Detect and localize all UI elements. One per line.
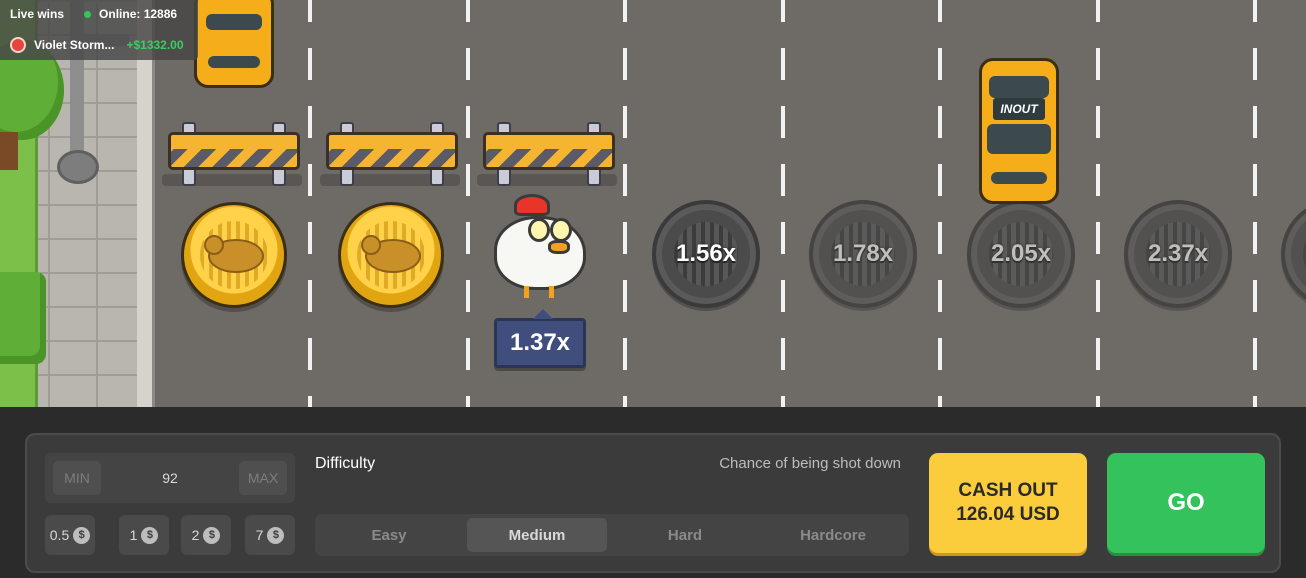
manhole-multiplier: 2.37x <box>1124 200 1232 308</box>
roast-chicken-icon <box>361 235 381 255</box>
cash-out-button[interactable]: CASH OUT 126.04 USD <box>929 453 1087 553</box>
lane-divider <box>938 0 942 407</box>
taxi-car <box>190 0 278 90</box>
player-avatar <box>10 37 26 53</box>
win-amount: +$1332.00 <box>126 38 184 52</box>
bush-bottom <box>0 272 46 364</box>
live-wins-panel: Live wins Online: 12886 Violet Storm... … <box>0 0 198 60</box>
manhole-multiplier[interactable]: 1.56x <box>652 200 760 308</box>
collected-coin <box>181 202 287 308</box>
quick-bet-button[interactable]: 1 $ <box>119 515 169 555</box>
dollar-icon: $ <box>267 526 285 544</box>
lane-divider <box>1096 0 1100 407</box>
bet-amount-input[interactable]: 92 <box>115 461 225 495</box>
difficulty-option-hard[interactable]: Hard <box>615 518 755 552</box>
cash-out-amount: 126.04 USD <box>956 504 1060 525</box>
difficulty-option-medium[interactable]: Medium <box>467 518 607 552</box>
online-count: Online: 12886 <box>99 7 178 21</box>
control-panel: MIN 92 MAX 0.5 $ 1 $ 2 $ 7 $ Difficulty Chan… <box>25 433 1281 573</box>
chicken-player <box>488 192 592 302</box>
taxi-sign: INOUT <box>993 98 1045 120</box>
difficulty-selector: Easy Medium Hard Hardcore <box>315 514 909 556</box>
difficulty-label: Difficulty <box>315 455 376 472</box>
roast-chicken-icon <box>204 235 224 255</box>
lane-divider <box>623 0 627 407</box>
difficulty-option-hardcore[interactable]: Hardcore <box>763 518 903 552</box>
tree-trunk <box>0 132 18 170</box>
road-barrier <box>477 122 617 186</box>
dollar-icon: $ <box>73 526 91 544</box>
max-bet-button[interactable]: MAX <box>239 461 287 495</box>
curb <box>137 0 155 407</box>
manhole-multiplier: 2.05x <box>967 200 1075 308</box>
manhole-offscreen <box>1281 200 1306 308</box>
go-button[interactable]: GO <box>1107 453 1265 553</box>
lane-divider <box>1253 0 1257 407</box>
difficulty-option-easy[interactable]: Easy <box>319 518 459 552</box>
lane-divider <box>781 0 785 407</box>
cash-out-label: CASH OUT <box>958 480 1058 501</box>
road-field: 1.37x 1.56x 1.78x 2.05x 2.37x INOUT Live… <box>0 0 1306 407</box>
manhole-multiplier: 1.78x <box>809 200 917 308</box>
lane-divider <box>466 0 470 407</box>
online-dot-icon <box>84 10 92 18</box>
lane-divider <box>308 0 312 407</box>
quick-bet-button[interactable]: 7 $ <box>245 515 295 555</box>
game-screen: 1.37x 1.56x 1.78x 2.05x 2.37x INOUT Live… <box>0 0 1306 578</box>
bet-amount-box: MIN 92 MAX <box>45 453 295 503</box>
min-bet-button[interactable]: MIN <box>53 461 101 495</box>
quick-bet-button[interactable]: 2 $ <box>181 515 231 555</box>
taxi-car: INOUT <box>975 58 1063 206</box>
collected-coin <box>338 202 444 308</box>
win-player-name: Violet Storm... <box>34 38 115 52</box>
street-lamp-base <box>57 150 99 184</box>
dollar-icon: $ <box>141 526 159 544</box>
chance-label: Chance of being shot down <box>719 455 901 472</box>
road-barrier <box>162 122 302 186</box>
dollar-icon: $ <box>203 526 221 544</box>
live-wins-title: Live wins <box>10 7 65 21</box>
quick-bet-button[interactable]: 0.5 $ <box>45 515 95 555</box>
current-multiplier-badge: 1.37x <box>494 309 586 368</box>
road-barrier <box>320 122 460 186</box>
